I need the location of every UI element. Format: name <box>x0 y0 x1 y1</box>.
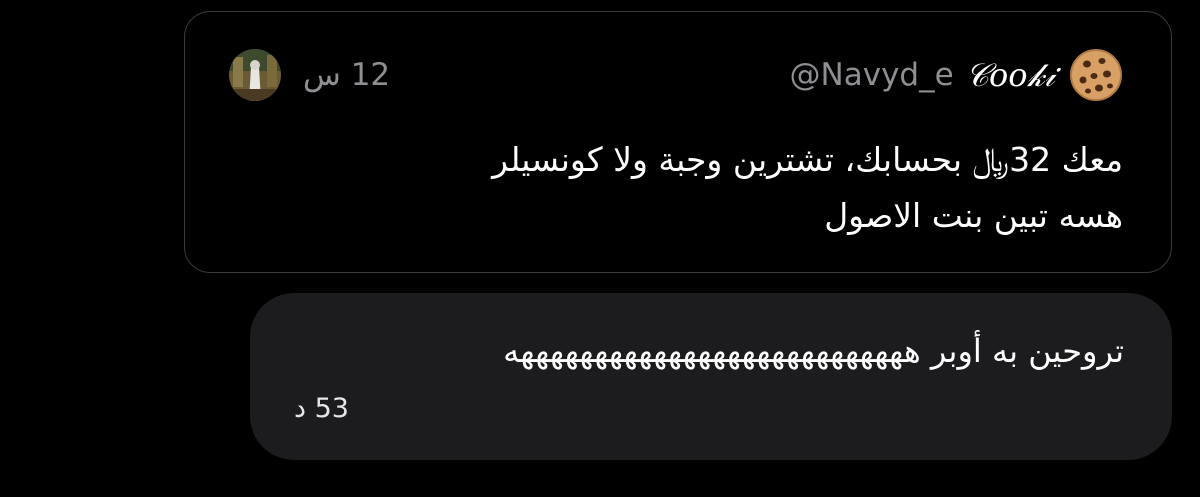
reply-message-bubble[interactable]: تروحين به أوبر ههههههههههههههههههههههههه… <box>250 293 1172 460</box>
quoted-tweet-line-1: معك 32﷼ بحسابك، تشترين وجبة ولا كونسيلر <box>492 140 1123 179</box>
quoted-tweet-text: معك 32﷼ بحسابك، تشترين وجبة ولا كونسيلر … <box>245 132 1123 244</box>
quoted-author-handle[interactable]: @Navyd_e <box>790 57 954 93</box>
quoted-author-name[interactable]: 𝒞𝑜𝑜𝓀𝒾 <box>966 56 1055 95</box>
quoted-tweet-card[interactable]: 𝒞𝑜𝑜𝓀𝒾 @Navyd_e 12 س معك 32﷼ بحسابك، تشتر… <box>184 11 1172 273</box>
user-avatar[interactable] <box>229 49 281 101</box>
quoted-tweet-line-2: هسه تبين بنت الاصول <box>824 196 1123 235</box>
quoted-tweet-time: 12 س <box>303 57 391 93</box>
reply-message-time: 53 د <box>294 393 349 424</box>
quoted-tweet-header: 𝒞𝑜𝑜𝓀𝒾 @Navyd_e 12 س <box>229 47 1123 103</box>
cookie-icon[interactable] <box>1069 48 1123 102</box>
reply-message-text: تروحين به أوبر ههههههههههههههههههههههههه… <box>503 332 1124 370</box>
